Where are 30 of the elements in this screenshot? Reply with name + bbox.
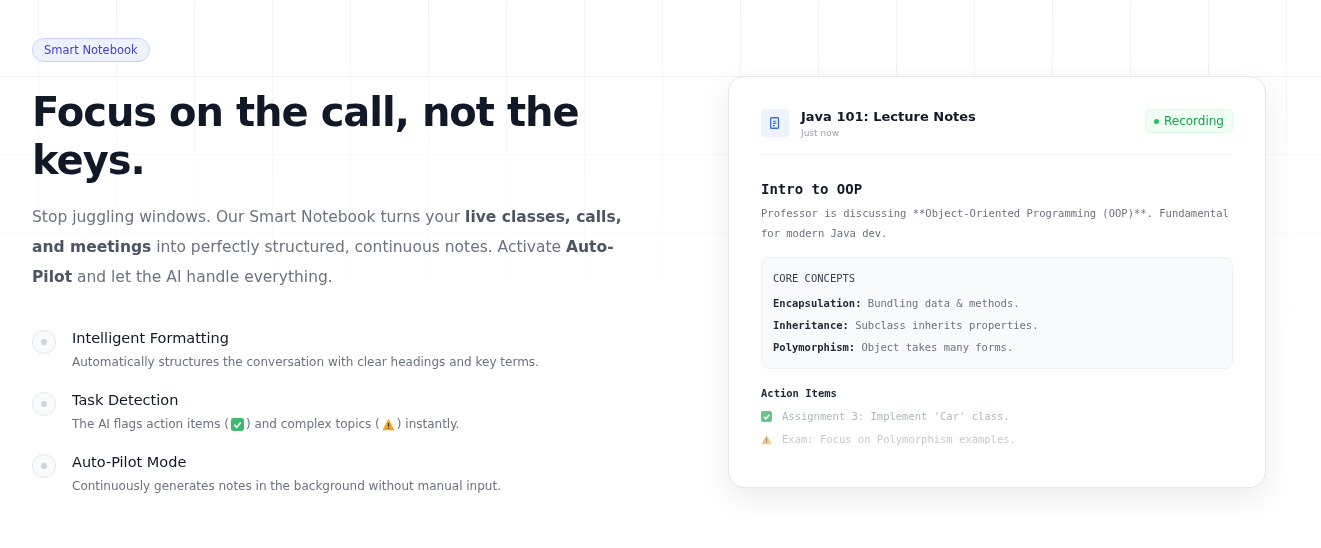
bullet-icon xyxy=(32,454,56,478)
category-badge: Smart Notebook xyxy=(32,38,150,62)
concepts-title: CORE CONCEPTS xyxy=(773,272,857,284)
feature-title: Auto-Pilot Mode xyxy=(72,453,188,472)
recording-badge: Recording xyxy=(1144,109,1233,133)
concept-line: Encapsulation: Bundling data & methods. xyxy=(773,296,1021,311)
note-body: Professor is discussing **Object-Oriented Programming (OOP)**. Fundamental for modern Java dev. xyxy=(761,206,1230,241)
intro-paragraph: Stop juggling windows. Our Smart Notebook turns your live classes, calls, and meetings into perfectly structured, continuous notes. Activate Auto-Pilot and let the AI handle everything. xyxy=(32,207,623,288)
headline: Focus on the call, not the keys. xyxy=(32,88,580,184)
timestamp: Just now xyxy=(801,128,840,138)
bullet-icon xyxy=(32,392,56,416)
note-heading: Intro to OOP xyxy=(761,181,864,197)
note-title: Java 101: Lecture Notes xyxy=(801,109,977,124)
feature-title: Task Detection xyxy=(72,391,180,410)
document-icon xyxy=(761,109,789,137)
feature-description: Automatically structures the conversation with clear headings and key terms. xyxy=(72,355,539,369)
feature-description: ) and complex topics ( xyxy=(245,417,380,431)
feature-title: Intelligent Formatting xyxy=(72,329,230,348)
feature-description: The AI flags action items ( xyxy=(72,417,229,431)
action-items-title: Action Items xyxy=(761,387,838,399)
checkmark-icon xyxy=(230,417,244,431)
bullet-icon xyxy=(32,330,56,354)
feature-description: ) instantly. xyxy=(396,417,460,431)
feature-description: Continuously generates notes in the background without manual input. xyxy=(72,479,501,493)
warning-icon xyxy=(761,433,772,445)
action-item-text: Assignment 3: Implement 'Car' class. xyxy=(782,410,1010,422)
warning-icon xyxy=(381,417,395,431)
concept-line: Inheritance: Subclass inherits properties. xyxy=(773,318,1040,333)
concept-line: Polymorphism: Object takes many forms. xyxy=(773,340,1015,355)
checkmark-icon xyxy=(761,410,772,422)
